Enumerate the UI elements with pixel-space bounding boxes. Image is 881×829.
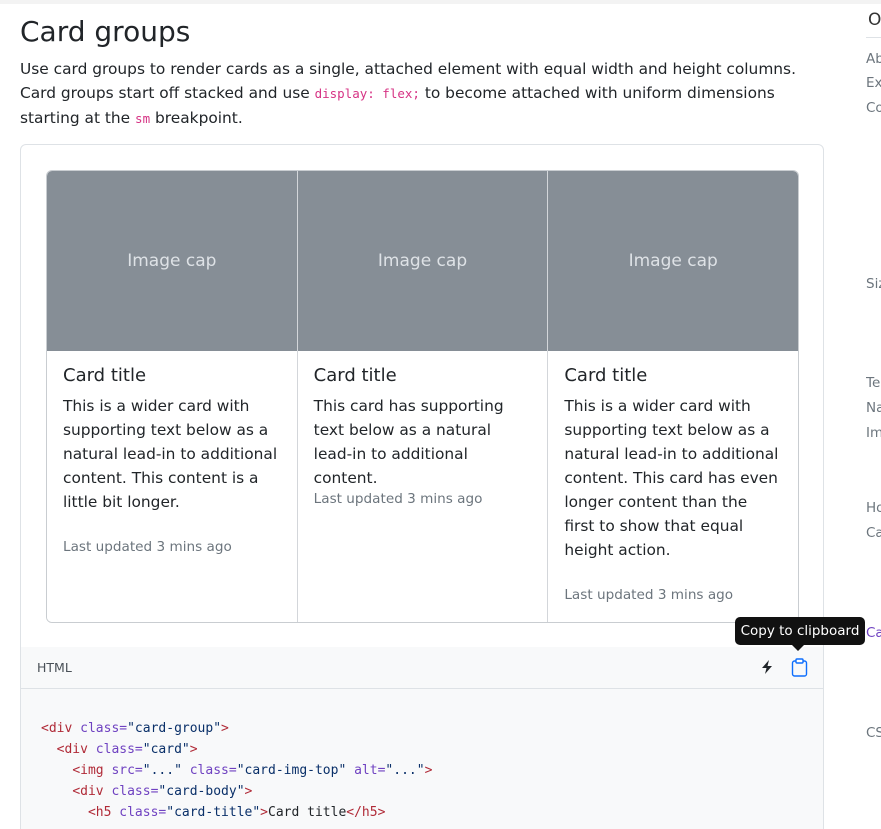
card-image-cap: Image cap <box>297 171 548 351</box>
card-body: Card title This card has supporting text… <box>298 351 548 504</box>
toc-divider <box>866 37 881 38</box>
toc-item[interactable]: Te <box>866 375 880 391</box>
inline-code-display-flex: display: flex; <box>314 86 420 101</box>
code-text: <div class="card-group"> <div class="car… <box>41 721 433 820</box>
toc-heading: O <box>868 10 881 30</box>
toc-item[interactable]: Siz <box>866 276 881 292</box>
image-cap-label: Image cap <box>127 251 217 271</box>
top-strip <box>0 0 881 4</box>
card-footer-text: Last updated 3 mins ago <box>63 539 232 555</box>
card-footer-text: Last updated 3 mins ago <box>313 491 483 507</box>
card-title: Card title <box>63 365 147 386</box>
card-image-cap: Image cap <box>47 171 297 351</box>
code-toolbar: HTML <box>20 647 824 689</box>
page-title: Card groups <box>20 15 191 48</box>
code-language-label: HTML <box>37 660 72 675</box>
card-text: This is a wider card with supporting tex… <box>63 397 278 511</box>
card-text: This card has supporting text below as a… <box>313 397 504 487</box>
card-body: Card title This is a wider card with sup… <box>548 351 798 576</box>
toc-item[interactable]: Ab <box>866 51 881 67</box>
example-preview: Image cap Card title This is a wider car… <box>20 144 824 648</box>
card: Image cap Card title This is a wider car… <box>547 171 798 622</box>
card-body: Card title This is a wider card with sup… <box>47 351 297 528</box>
clipboard-icon[interactable] <box>791 658 808 677</box>
toc-item[interactable]: Ca <box>866 525 881 541</box>
table-of-contents: O Ab Ex Co Siz Te Na Im Ho Ca Ca CS <box>866 0 881 819</box>
code-snippet: <div class="card-group"> <div class="car… <box>20 689 824 829</box>
toc-item[interactable]: Im <box>866 425 881 441</box>
card: Image cap Card title This card has suppo… <box>296 171 548 622</box>
image-cap-label: Image cap <box>628 251 718 271</box>
section-intro: Use card groups to render cards as a sin… <box>20 57 830 131</box>
toc-item[interactable]: CS <box>866 725 881 741</box>
card: Image cap Card title This is a wider car… <box>47 171 297 622</box>
lightning-icon[interactable] <box>759 659 775 675</box>
inline-code-sm: sm <box>135 111 151 126</box>
toc-item[interactable]: Na <box>866 400 881 416</box>
toc-item[interactable]: Co <box>866 100 881 116</box>
card-title: Card title <box>564 365 648 386</box>
copy-tooltip: Copy to clipboard <box>735 617 865 651</box>
card-group: Image cap Card title This is a wider car… <box>46 170 799 623</box>
toc-item[interactable]: Ho <box>866 500 881 516</box>
card-image-cap: Image cap <box>548 171 798 351</box>
toc-item-active[interactable]: Ca <box>866 625 881 641</box>
card-footer-text: Last updated 3 mins ago <box>564 587 734 603</box>
card-title: Card title <box>313 365 397 386</box>
toc-item[interactable]: Ex <box>866 75 881 91</box>
card-text: This is a wider card with supporting tex… <box>564 397 779 559</box>
intro-text: breakpoint. <box>150 109 243 127</box>
image-cap-label: Image cap <box>377 251 468 271</box>
